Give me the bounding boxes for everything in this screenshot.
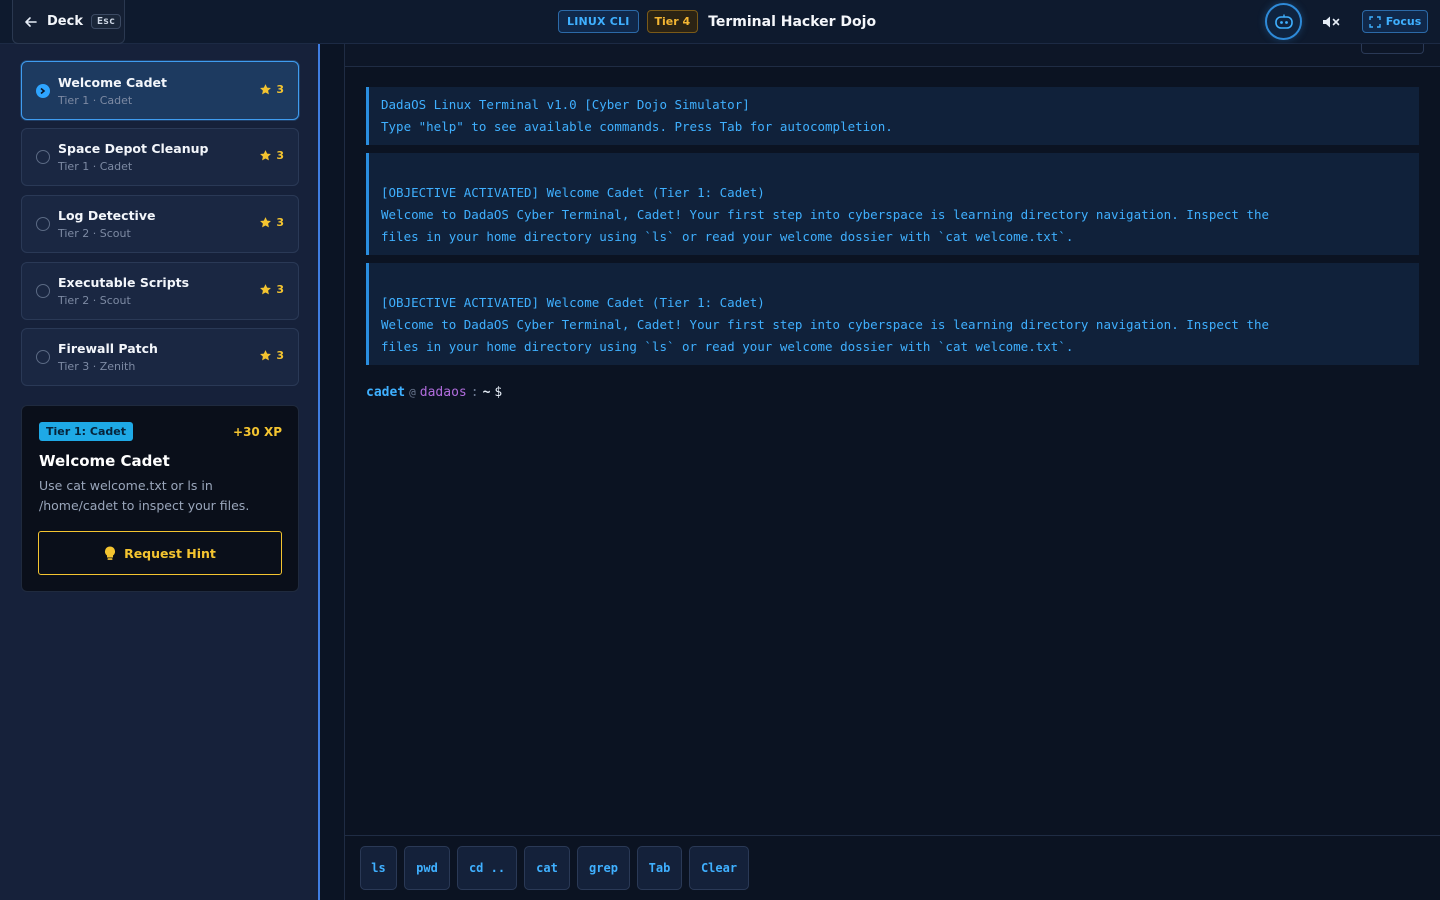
terminal-header-strip — [345, 44, 1440, 67]
lightbulb-icon — [105, 546, 116, 560]
level-sidebar: Welcome Cadet Tier 1 · Cadet 3 Space Dep… — [0, 44, 320, 900]
top-bar: Deck Esc LINUX CLI Tier 4 Terminal Hacke… — [0, 0, 1440, 44]
assistant-avatar-button[interactable] — [1265, 3, 1302, 40]
mission-title: Welcome Cadet — [39, 452, 170, 470]
prompt-symbol: $ — [494, 385, 503, 400]
radio-icon — [36, 217, 50, 231]
terminal-output-block: [OBJECTIVE ACTIVATED] Welcome Cadet (Tie… — [366, 153, 1419, 255]
mute-button[interactable] — [1320, 12, 1342, 32]
terminal-output-block: DadaOS Linux Terminal v1.0 [Cyber Dojo S… — [366, 87, 1419, 145]
star-icon — [260, 217, 272, 228]
level-item-firewall-patch[interactable]: Firewall Patch Tier 3 · Zenith 3 — [21, 328, 299, 386]
star-count: 3 — [276, 82, 284, 96]
terminal-prompt[interactable]: cadet @ dadaos : ~ $ — [366, 385, 502, 400]
mute-icon — [1323, 16, 1340, 28]
level-stars: 3 — [259, 349, 284, 362]
level-subtitle: Tier 2 · Scout — [58, 294, 131, 307]
star-count: 3 — [276, 283, 284, 296]
level-name: Log Detective — [58, 208, 156, 223]
esc-key-hint: Esc — [90, 14, 122, 29]
back-label: Deck — [47, 14, 83, 29]
prompt-separator: : — [470, 385, 479, 400]
prompt-at: @ — [409, 386, 416, 399]
check-circle-icon — [36, 83, 50, 98]
prompt-path: ~ — [482, 385, 491, 400]
star-count: 3 — [276, 149, 284, 162]
star-icon — [260, 83, 272, 94]
level-item-log-detective[interactable]: Log Detective Tier 2 · Scout 3 — [21, 195, 299, 253]
request-hint-label: Request Hint — [124, 545, 216, 561]
level-subtitle: Tier 2 · Scout — [58, 227, 131, 240]
terminal-header-tab[interactable] — [1361, 44, 1424, 54]
prompt-host: dadaos — [419, 385, 467, 400]
level-name: Space Depot Cleanup — [58, 141, 209, 156]
mission-description: Use cat welcome.txt or ls in /home/cadet… — [39, 478, 250, 513]
quick-command-clear-button[interactable]: Clear — [689, 846, 749, 890]
mission-tier-chip: Tier 1: Cadet — [39, 422, 133, 441]
radio-icon — [36, 284, 50, 298]
star-icon — [260, 350, 272, 361]
radio-icon — [36, 350, 50, 364]
request-hint-button[interactable]: Request Hint — [38, 531, 282, 575]
level-subtitle: Tier 3 · Zenith — [58, 360, 136, 373]
level-item-welcome-cadet[interactable]: Welcome Cadet Tier 1 · Cadet 3 — [21, 61, 299, 120]
level-stars: 3 — [259, 283, 284, 296]
page-title: Terminal Hacker Dojo — [708, 13, 877, 30]
category-badge: LINUX CLI — [558, 10, 639, 33]
quick-command-ls-button[interactable]: ls — [360, 846, 397, 890]
tier-badge: Tier 4 — [646, 10, 699, 33]
quick-command-grep-button[interactable]: grep — [577, 846, 630, 890]
level-subtitle: Tier 1 · Cadet — [58, 94, 133, 107]
star-count: 3 — [276, 216, 284, 229]
level-name: Welcome Cadet — [58, 75, 167, 90]
back-to-deck-button[interactable]: Deck Esc — [12, 0, 125, 44]
quick-command-cd-up-button[interactable]: cd .. — [457, 846, 517, 890]
quick-command-pwd-button[interactable]: pwd — [404, 846, 450, 890]
star-icon — [260, 284, 272, 295]
prompt-user: cadet — [366, 385, 406, 400]
radio-icon — [36, 150, 50, 164]
star-count: 3 — [276, 349, 284, 362]
level-stars: 3 — [259, 216, 284, 229]
level-item-executable-scripts[interactable]: Executable Scripts Tier 2 · Scout 3 — [21, 262, 299, 320]
focus-mode-button[interactable]: Focus — [1362, 10, 1428, 33]
level-stars: 3 — [259, 83, 284, 96]
level-item-space-depot-cleanup[interactable]: Space Depot Cleanup Tier 1 · Cadet 3 — [21, 128, 299, 186]
mission-xp: +30 XP — [233, 425, 282, 439]
quick-command-bar: ls pwd cd .. cat grep Tab Clear — [345, 835, 1440, 900]
terminal-output-block: [OBJECTIVE ACTIVATED] Welcome Cadet (Tie… — [366, 263, 1419, 365]
expand-icon — [1369, 15, 1381, 28]
star-icon — [260, 150, 272, 161]
quick-command-tab-button[interactable]: Tab — [637, 846, 682, 890]
terminal-panel[interactable]: DadaOS Linux Terminal v1.0 [Cyber Dojo S… — [344, 44, 1440, 900]
robot-icon — [1274, 14, 1293, 29]
arrow-left-icon — [25, 16, 37, 27]
level-stars: 3 — [259, 149, 284, 162]
mission-card: Tier 1: Cadet +30 XP Welcome Cadet Use c… — [21, 405, 299, 592]
title-group: LINUX CLI Tier 4 Terminal Hacker Dojo — [558, 10, 876, 33]
focus-label: Focus — [1385, 15, 1422, 28]
level-name: Executable Scripts — [58, 275, 190, 290]
quick-command-cat-button[interactable]: cat — [524, 846, 570, 890]
level-name: Firewall Patch — [58, 341, 158, 356]
level-subtitle: Tier 1 · Cadet — [58, 160, 133, 173]
